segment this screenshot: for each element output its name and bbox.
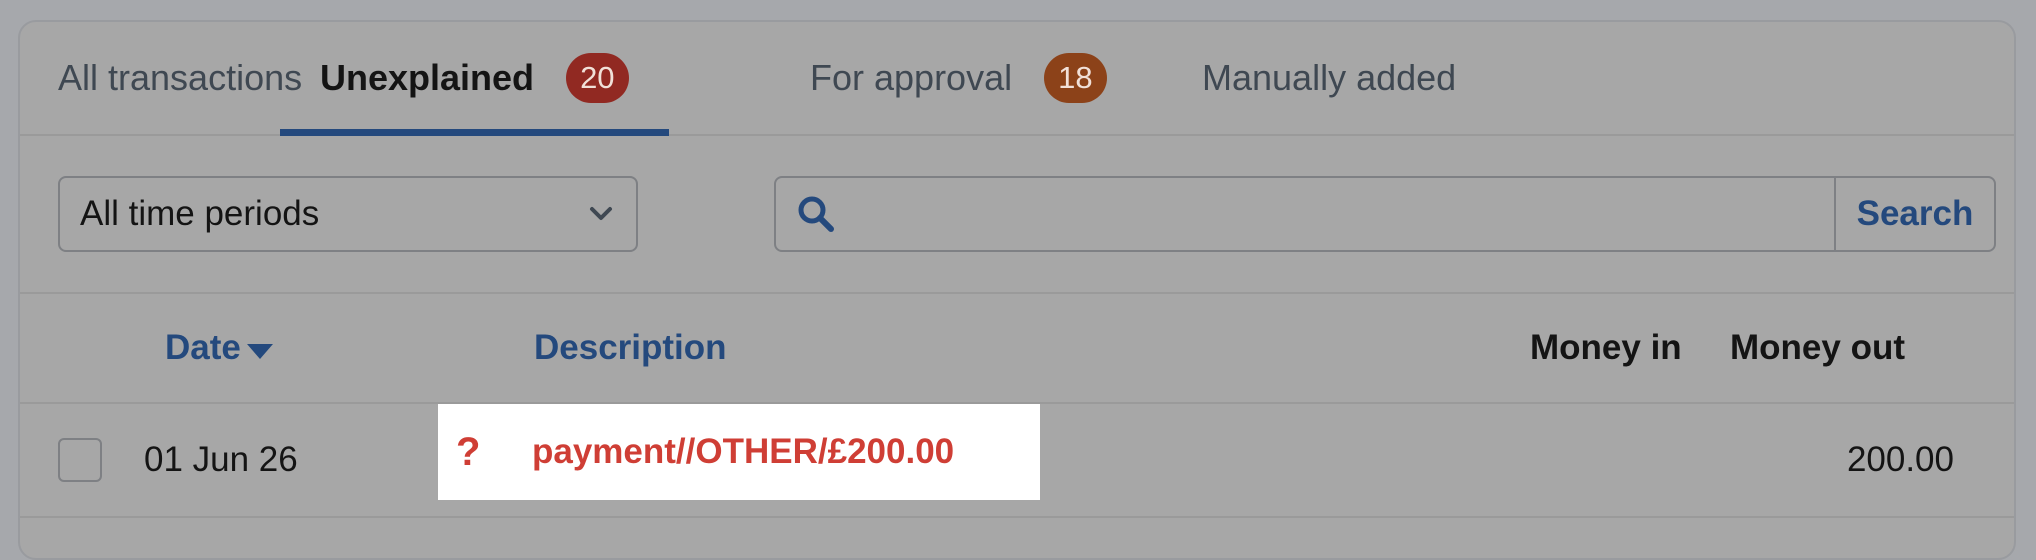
tab-label: Unexplained xyxy=(320,57,535,98)
search-icon xyxy=(776,178,856,250)
question-icon: ? xyxy=(456,429,481,474)
filter-bar: All time periods Search xyxy=(20,136,2014,294)
search-box: Search xyxy=(774,176,1996,252)
description-header-label: Description xyxy=(534,328,727,367)
money-in-header-label: Money in xyxy=(1530,328,1682,367)
money-out-header-label: Money out xyxy=(1730,328,1905,367)
description-column-header[interactable]: Description xyxy=(534,294,727,402)
table-row[interactable]: 01 Jun 26 ? payment//OTHER/£200.00 200.0… xyxy=(20,404,2014,518)
transactions-panel: All transactions Unexplained 20 For appr… xyxy=(18,20,2016,560)
table-header: Date Description Money in Money out xyxy=(20,294,2014,404)
search-input[interactable] xyxy=(856,178,1834,250)
tab-for-approval[interactable]: For approval 18 xyxy=(810,22,1107,134)
tab-bar: All transactions Unexplained 20 For appr… xyxy=(20,22,2014,136)
date-header-label: Date xyxy=(165,328,241,367)
tab-all-transactions[interactable]: All transactions xyxy=(58,22,302,134)
tab-manually-added[interactable]: Manually added xyxy=(1202,22,1456,134)
unexplained-count-badge: 20 xyxy=(566,53,629,103)
date-column-header[interactable]: Date xyxy=(165,294,273,402)
tab-label: All transactions xyxy=(58,57,303,98)
tab-label: Manually added xyxy=(1202,57,1457,98)
row-description-link[interactable]: payment//OTHER/£200.00 xyxy=(532,404,954,500)
tab-unexplained[interactable]: Unexplained 20 xyxy=(280,22,669,136)
tab-label: For approval xyxy=(810,57,1013,98)
chevron-down-icon xyxy=(590,207,612,220)
money-in-column-header: Money in xyxy=(1530,294,1682,402)
sort-descending-icon xyxy=(246,343,273,359)
row-money-out: 200.00 xyxy=(1846,440,1954,479)
time-period-value: All time periods xyxy=(80,194,320,233)
time-period-select[interactable]: All time periods xyxy=(58,176,638,252)
approval-count-badge: 18 xyxy=(1044,53,1107,103)
search-button[interactable]: Search xyxy=(1834,178,1994,250)
money-out-column-header: Money out xyxy=(1730,294,1905,402)
row-checkbox[interactable] xyxy=(58,438,102,482)
row-date: 01 Jun 26 xyxy=(144,440,298,479)
